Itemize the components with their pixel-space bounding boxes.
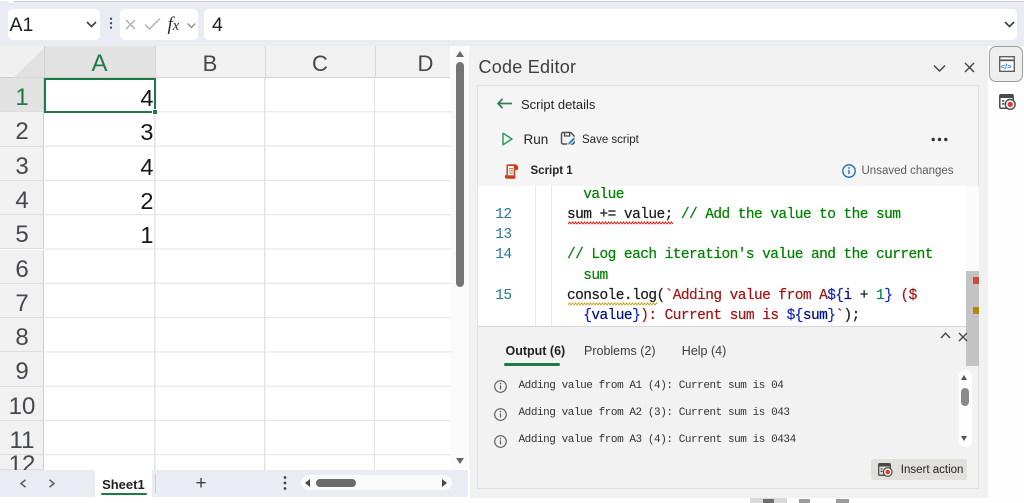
svg-text:</>: </> bbox=[1000, 62, 1012, 71]
